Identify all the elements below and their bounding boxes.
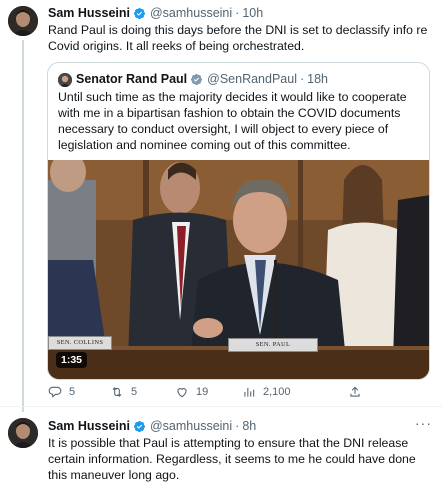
retweet-icon	[112, 387, 122, 397]
verified-badge-icon	[133, 420, 146, 432]
author-handle[interactable]: @samhusseini	[150, 418, 232, 434]
views-button[interactable]: 2,100	[242, 384, 291, 400]
quote-author-name: Senator Rand Paul	[76, 72, 188, 86]
retweet-button[interactable]: 5	[110, 384, 137, 400]
views-icon	[244, 387, 255, 397]
views-count: 2,100	[263, 386, 291, 398]
tweet-header: Sam Husseini @samhusseini · 8h	[48, 418, 256, 434]
verified-badge-icon	[191, 73, 203, 85]
reply-button[interactable]: 5	[48, 384, 75, 400]
author-name[interactable]: Sam Husseini	[48, 418, 130, 434]
avatar[interactable]	[8, 6, 38, 36]
share-icon	[350, 386, 360, 397]
video-player[interactable]: SEN. COLLINS SEN. PAUL 1:35	[48, 160, 429, 379]
tweet-header: Sam Husseini @samhusseini · 10h	[48, 5, 263, 21]
separator: ·	[299, 72, 305, 86]
timestamp[interactable]: 10h	[242, 5, 263, 21]
reply-icon	[48, 386, 62, 398]
nameplate-paul: SEN. PAUL	[228, 338, 318, 352]
thread-line	[22, 40, 24, 412]
tweet-divider	[0, 406, 442, 407]
action-bar: 5 5 19 2,100	[48, 384, 430, 400]
quote-author-handle: @SenRandPaul	[207, 72, 297, 86]
tweet-first[interactable]: Sam Husseini @samhusseini · 10h Rand Pau…	[0, 0, 442, 412]
nameplate-collins: SEN. COLLINS	[48, 336, 112, 350]
quoted-tweet[interactable]: Senator Rand Paul @SenRandPaul · 18h Unt…	[47, 62, 430, 380]
author-handle[interactable]: @samhusseini	[150, 5, 232, 21]
separator: ·	[235, 6, 240, 20]
avatar[interactable]	[8, 418, 38, 448]
video-duration: 1:35	[56, 352, 88, 368]
separator: ·	[235, 419, 240, 433]
verified-badge-icon	[133, 7, 146, 19]
author-name[interactable]: Sam Husseini	[48, 5, 130, 21]
quote-timestamp: 18h	[307, 72, 329, 86]
like-icon	[177, 388, 187, 398]
like-count: 19	[196, 386, 209, 398]
timestamp[interactable]: 8h	[242, 418, 256, 434]
retweet-count: 5	[131, 386, 138, 398]
like-button[interactable]: 19	[175, 384, 208, 400]
share-button[interactable]	[348, 384, 369, 400]
more-options-icon[interactable]: ···	[415, 415, 432, 431]
tweet-text: Rand Paul is doing this days before the …	[48, 23, 428, 53]
tweet-second[interactable]: Sam Husseini @samhusseini · 8h ··· It is…	[0, 413, 442, 493]
quote-header: Senator Rand Paul @SenRandPaul · 18h	[76, 71, 328, 87]
tweet-text: It is possible that Paul is attempting t…	[48, 436, 416, 482]
quote-text: Until such time as the majority decides …	[58, 90, 407, 152]
quote-avatar	[58, 73, 72, 87]
reply-count: 5	[69, 386, 76, 398]
